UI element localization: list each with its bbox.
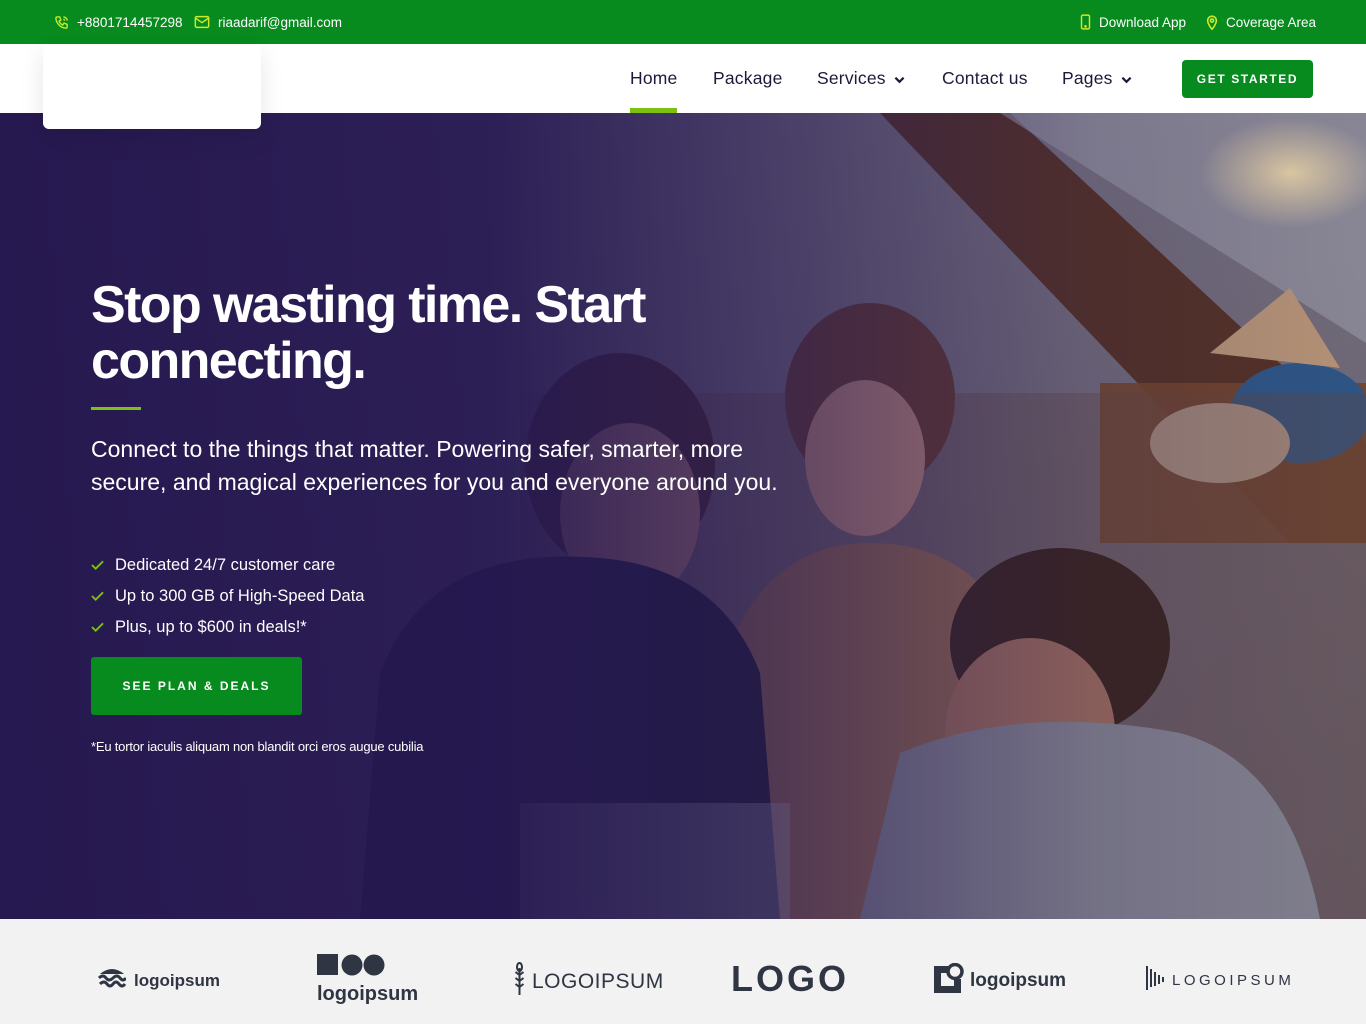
feature-text: Up to 300 GB of High-Speed Data xyxy=(115,587,365,605)
nav-pages-label: Pages xyxy=(1062,68,1113,88)
list-item: Dedicated 24/7 customer care xyxy=(91,550,364,581)
list-item: Up to 300 GB of High-Speed Data xyxy=(91,581,364,612)
phone-number: +8801714457298 xyxy=(77,14,183,30)
top-bar: +8801714457298 riaadarif@gmail.com Downl… xyxy=(0,0,1366,44)
list-item: Plus, up to $600 in deals!* xyxy=(91,612,364,643)
nav-package-label: Package xyxy=(713,68,783,88)
check-icon xyxy=(91,556,104,575)
coverage-area-label: Coverage Area xyxy=(1226,14,1317,30)
nav-contact-us-label: Contact us xyxy=(942,68,1028,88)
partner-logo-4-text: LOGO xyxy=(731,958,849,999)
partner-logo-1[interactable]: logoipsum xyxy=(97,965,220,996)
partner-logo-5-text: logoipsum xyxy=(970,969,1067,991)
phone-contact[interactable]: +8801714457298 xyxy=(54,0,183,44)
mobile-phone-icon xyxy=(1080,14,1091,30)
hero-footnote: *Eu tortor iaculis aliquam non blandit o… xyxy=(91,739,424,754)
chevron-down-icon xyxy=(894,68,905,89)
site-logo[interactable] xyxy=(43,44,261,129)
partner-logo-6-text: LOGOIPSUM xyxy=(1172,972,1295,989)
email-icon xyxy=(194,15,210,29)
nav-pages[interactable]: Pages xyxy=(1062,44,1132,113)
wheat-icon xyxy=(513,962,526,1001)
partner-logos-strip: logoipsum logoipsum LOGOIPSUM LOGO logoi… xyxy=(0,919,1366,1024)
hero-divider xyxy=(91,407,141,410)
partner-logo-4[interactable]: LOGO xyxy=(731,958,849,999)
square-circle-icon xyxy=(934,962,964,998)
shapes-icon xyxy=(317,954,385,981)
see-plan-deals-button[interactable]: SEE PLAN & DEALS xyxy=(91,657,302,715)
partner-logo-2[interactable]: logoipsum xyxy=(317,954,418,1004)
partner-logo-2-text: logoipsum xyxy=(317,983,419,1005)
partner-logo-6[interactable]: LOGOIPSUM xyxy=(1146,964,1294,997)
hero-features-list: Dedicated 24/7 customer care Up to 300 G… xyxy=(91,550,364,643)
partner-logo-1-text: logoipsum xyxy=(134,970,220,990)
nav-services-label: Services xyxy=(817,68,886,88)
check-icon xyxy=(91,587,104,606)
hero-title: Stop wasting time. Start connecting. xyxy=(91,276,646,390)
soundwave-icon xyxy=(1146,964,1166,997)
hero-lead: Connect to the things that matter. Power… xyxy=(91,436,778,495)
partner-logo-3[interactable]: LOGOIPSUM xyxy=(513,962,664,1001)
phone-icon xyxy=(54,15,69,30)
waves-icon xyxy=(97,965,128,996)
partner-logo-5[interactable]: logoipsum xyxy=(934,962,1067,998)
nav-home[interactable]: Home xyxy=(630,44,678,113)
download-app-link[interactable]: Download App xyxy=(1080,0,1186,44)
email-contact[interactable]: riaadarif@gmail.com xyxy=(194,0,342,44)
get-started-button[interactable]: GET STARTED xyxy=(1182,60,1313,98)
check-icon xyxy=(91,618,104,637)
hero-section: Stop wasting time. Start connecting. Con… xyxy=(0,113,1366,919)
coverage-area-link[interactable]: Coverage Area xyxy=(1206,0,1316,44)
hero-overlay xyxy=(0,113,1366,919)
partner-logo-3-text: LOGOIPSUM xyxy=(532,969,664,993)
chevron-down-icon xyxy=(1121,68,1132,89)
nav-services[interactable]: Services xyxy=(817,44,905,113)
map-pin-icon xyxy=(1206,14,1218,30)
feature-text: Plus, up to $600 in deals!* xyxy=(115,618,307,636)
nav-home-label: Home xyxy=(630,68,678,88)
nav-package[interactable]: Package xyxy=(713,44,783,113)
download-app-label: Download App xyxy=(1099,14,1187,30)
email-address: riaadarif@gmail.com xyxy=(218,14,342,30)
feature-text: Dedicated 24/7 customer care xyxy=(115,556,336,574)
nav-contact-us[interactable]: Contact us xyxy=(942,44,1028,113)
